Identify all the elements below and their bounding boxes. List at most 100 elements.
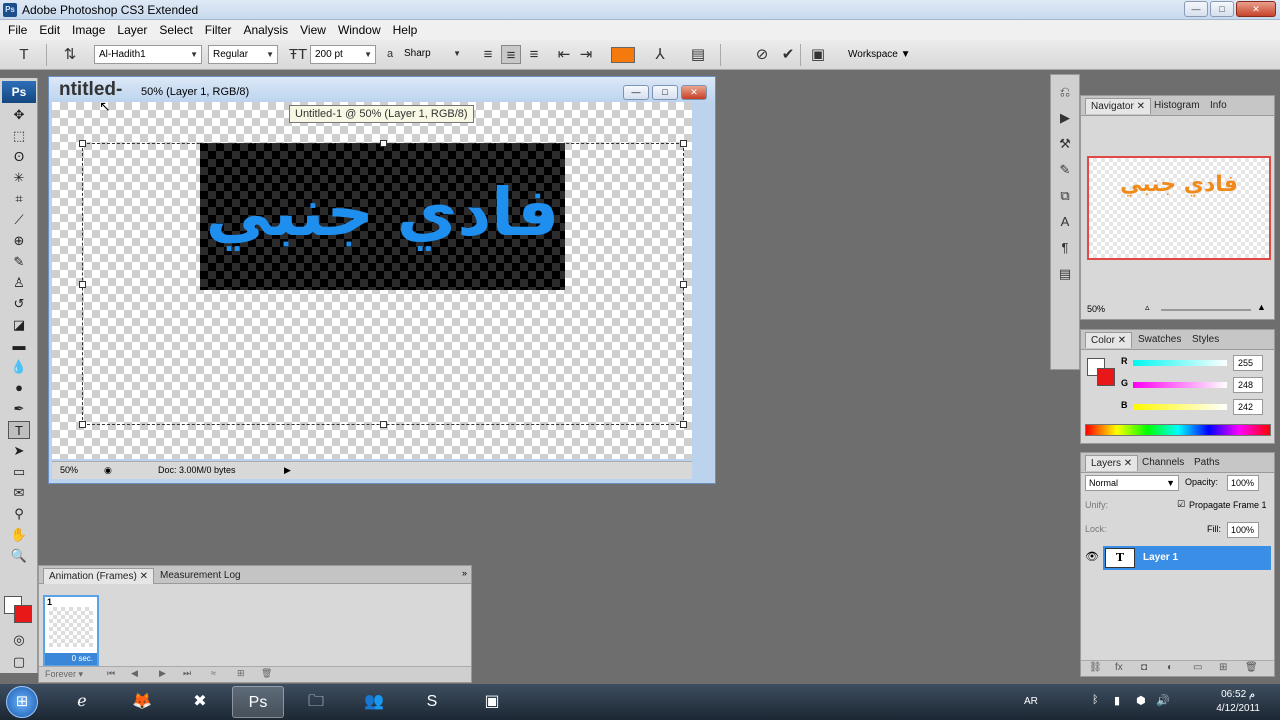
notes-tool-icon[interactable]: ✉: [8, 484, 30, 502]
green-slider[interactable]: [1133, 382, 1227, 388]
document-minimize-button[interactable]: —: [623, 85, 649, 100]
new-group-icon[interactable]: ▭: [1193, 662, 1202, 673]
minimize-button[interactable]: —: [1184, 1, 1208, 17]
document-maximize-button[interactable]: □: [652, 85, 678, 100]
character-panel-icon[interactable]: ▤: [688, 45, 708, 64]
transform-handle[interactable]: [79, 281, 86, 288]
tab-paths[interactable]: Paths: [1189, 455, 1225, 471]
transform-handle[interactable]: [380, 421, 387, 428]
menu-edit[interactable]: Edit: [33, 23, 66, 37]
application-icon[interactable]: ✖: [174, 686, 226, 718]
menu-help[interactable]: Help: [387, 23, 424, 37]
crop-tool-icon[interactable]: ⌗: [8, 190, 30, 208]
transform-handle[interactable]: [680, 421, 687, 428]
volume-icon[interactable]: 🔊: [1156, 694, 1170, 707]
slice-tool-icon[interactable]: ⟋: [8, 211, 30, 229]
close-button[interactable]: ✕: [1236, 1, 1276, 17]
dodge-tool-icon[interactable]: ●: [8, 379, 30, 397]
menu-select[interactable]: Select: [153, 23, 198, 37]
magic-wand-tool-icon[interactable]: ✳: [8, 169, 30, 187]
workspace-menu[interactable]: Workspace ▼: [848, 45, 911, 64]
background-color-swatch[interactable]: [14, 605, 32, 623]
system-clock[interactable]: 06:52 م 4/12/2011: [1216, 688, 1260, 716]
eyedropper-tool-icon[interactable]: ⚲: [8, 505, 30, 523]
tab-layers[interactable]: Layers ✕: [1085, 455, 1139, 471]
shape-tool-icon[interactable]: ▭: [8, 463, 30, 481]
menu-filter[interactable]: Filter: [199, 23, 238, 37]
green-value-input[interactable]: 248: [1233, 377, 1263, 393]
font-style-select[interactable]: Regular ▼: [208, 45, 278, 64]
align-center-icon[interactable]: ≡: [501, 45, 521, 64]
healing-brush-tool-icon[interactable]: ⊕: [8, 232, 30, 250]
menu-layer[interactable]: Layer: [111, 23, 153, 37]
menu-window[interactable]: Window: [332, 23, 387, 37]
document-zoom[interactable]: 50%: [60, 465, 78, 475]
toggle-orientation-icon[interactable]: ⇅: [60, 45, 80, 64]
transform-handle[interactable]: [79, 140, 86, 147]
move-tool-icon[interactable]: ✥: [8, 106, 30, 124]
menu-analysis[interactable]: Analysis: [237, 23, 294, 37]
zoom-in-icon[interactable]: ▲: [1257, 302, 1266, 312]
tab-swatches[interactable]: Swatches: [1133, 332, 1186, 348]
navigator-zoom-slider[interactable]: [1161, 309, 1251, 311]
media-application-icon[interactable]: ▣: [466, 686, 518, 718]
actions-panel-icon[interactable]: ▶: [1055, 109, 1075, 127]
type-tool-icon[interactable]: T: [8, 421, 30, 439]
menu-file[interactable]: File: [2, 23, 33, 37]
hand-tool-icon[interactable]: ✋: [8, 526, 30, 544]
tab-styles[interactable]: Styles: [1187, 332, 1224, 348]
tab-animation-frames[interactable]: Animation (Frames) ✕: [43, 568, 154, 584]
language-indicator[interactable]: AR: [1024, 696, 1038, 707]
history-panel-icon[interactable]: ⎌: [1055, 83, 1075, 101]
duplicate-frame-icon[interactable]: ⊞: [237, 668, 245, 679]
clone-stamp-tool-icon[interactable]: ♙: [8, 274, 30, 292]
menu-image[interactable]: Image: [66, 23, 111, 37]
background-color-swatch[interactable]: [1097, 368, 1115, 386]
blue-slider[interactable]: [1133, 404, 1227, 410]
brush-tool-icon[interactable]: ✎: [8, 253, 30, 271]
zoom-tool-icon[interactable]: 🔍: [8, 547, 30, 565]
tab-measurement-log[interactable]: Measurement Log: [155, 568, 246, 584]
fill-input[interactable]: 100%: [1227, 522, 1259, 538]
transform-bounding-box[interactable]: [79, 140, 687, 428]
text-tool-preset-icon[interactable]: T: [14, 45, 34, 64]
messenger-icon[interactable]: 👥: [348, 686, 400, 718]
loop-select[interactable]: Forever ▾: [45, 669, 83, 680]
opacity-input[interactable]: 100%: [1227, 475, 1259, 491]
tab-navigator[interactable]: Navigator ✕: [1085, 98, 1151, 114]
delete-frame-icon[interactable]: 🗑: [261, 668, 272, 679]
color-spectrum-bar[interactable]: [1085, 424, 1271, 436]
align-left-icon[interactable]: ≡: [478, 45, 498, 64]
layer-comps-icon[interactable]: ▤: [1055, 265, 1075, 283]
blur-tool-icon[interactable]: 💧: [8, 358, 30, 376]
cancel-edits-icon[interactable]: ⊘: [752, 45, 772, 64]
rtl-left-icon[interactable]: ⇤: [554, 45, 574, 64]
layer-visibility-eye-icon[interactable]: 👁: [1085, 550, 1099, 563]
file-explorer-icon[interactable]: 🗀: [290, 686, 342, 718]
tab-histogram[interactable]: Histogram: [1149, 98, 1205, 114]
blend-mode-select[interactable]: Normal ▼: [1085, 475, 1179, 491]
document-title-bar[interactable]: ntitled- 50% (Layer 1, RGB/8): [49, 77, 715, 103]
transform-handle[interactable]: [680, 281, 687, 288]
transform-handle[interactable]: [380, 140, 387, 147]
document-close-button[interactable]: ✕: [681, 85, 707, 100]
paragraph-panel-icon[interactable]: ¶: [1055, 239, 1075, 257]
animation-frame[interactable]: 1 0 sec.: [43, 595, 99, 667]
screen-mode-icon[interactable]: ▢: [8, 653, 30, 671]
layer-mask-icon[interactable]: ◘: [1141, 662, 1147, 673]
maximize-button[interactable]: □: [1210, 1, 1234, 17]
red-slider[interactable]: [1133, 360, 1227, 366]
close-tab-icon[interactable]: ✕: [140, 571, 148, 582]
tween-icon[interactable]: ≈: [211, 668, 216, 678]
tray-icon[interactable]: ⬢: [1136, 694, 1146, 707]
layer-row[interactable]: T Layer 1: [1103, 546, 1271, 570]
menu-view[interactable]: View: [294, 23, 332, 37]
history-brush-tool-icon[interactable]: ↺: [8, 295, 30, 313]
bridge-icon[interactable]: ▣: [808, 45, 828, 64]
tab-info[interactable]: Info: [1205, 98, 1232, 114]
font-family-select[interactable]: Al-Hadith1 ▼: [94, 45, 202, 64]
character-panel-icon[interactable]: A: [1055, 213, 1075, 231]
tool-presets-icon[interactable]: ⚒: [1055, 135, 1075, 153]
commit-edits-icon[interactable]: ✔: [778, 45, 798, 64]
propagate-checkbox[interactable]: ☑: [1177, 499, 1185, 510]
